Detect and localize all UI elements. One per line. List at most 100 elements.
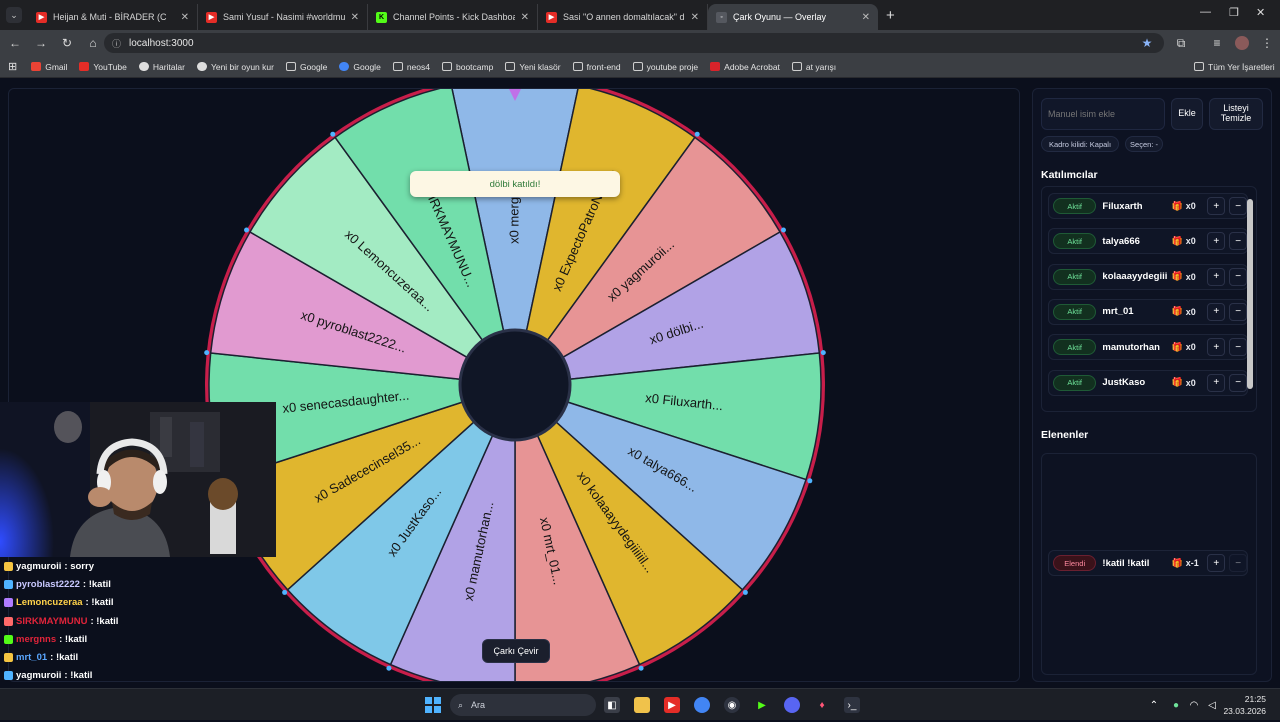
- url-input[interactable]: ⓘ localhost:3000: [104, 33, 1164, 53]
- increment-button[interactable]: +: [1207, 338, 1226, 357]
- tab-close-icon[interactable]: ✕: [181, 12, 189, 23]
- restore-icon[interactable]: ❐: [1229, 6, 1239, 19]
- bookmark[interactable]: Haritalar: [138, 62, 185, 72]
- home-icon[interactable]: ⌂: [80, 36, 106, 50]
- extensions-icon[interactable]: ⧉: [1168, 36, 1194, 51]
- all-bookmarks[interactable]: Tüm Yer İşaretleri: [1194, 62, 1275, 72]
- browser-tab-active[interactable]: ◦ Çark Oyunu — Overlay ✕: [708, 4, 878, 30]
- browser-tab[interactable]: ▶ Heijan & Muti - BİRADER (C ✕: [28, 4, 198, 30]
- increment-button[interactable]: +: [1207, 197, 1226, 215]
- bookmark[interactable]: Adobe Acrobat: [710, 62, 780, 72]
- bookmark[interactable]: Google: [285, 62, 327, 72]
- youtube-icon: ▶: [36, 11, 47, 23]
- bookmark[interactable]: at yarışı: [791, 62, 836, 72]
- back-icon[interactable]: ←: [2, 36, 28, 50]
- decrement-button[interactable]: −: [1229, 338, 1248, 357]
- increment-button[interactable]: +: [1207, 232, 1226, 251]
- new-tab-icon[interactable]: +: [886, 7, 895, 24]
- site-info-icon[interactable]: ⓘ: [112, 37, 121, 50]
- decrement-button[interactable]: −: [1229, 554, 1248, 572]
- add-button[interactable]: Ekle: [1171, 98, 1203, 130]
- wifi-icon[interactable]: ◠: [1186, 697, 1202, 713]
- bookmark[interactable]: youtube proje: [632, 62, 698, 72]
- participants-scrollbar[interactable]: [1246, 189, 1254, 411]
- reload-icon[interactable]: ↻: [54, 36, 80, 50]
- chat-line: yagmuroii: sorry: [0, 557, 276, 575]
- kick-icon[interactable]: ▶: [754, 697, 770, 713]
- discord-icon[interactable]: [784, 697, 800, 713]
- tab-search-icon[interactable]: ⌄: [6, 7, 22, 23]
- decrement-button[interactable]: −: [1229, 302, 1248, 321]
- search-icon: ⌕: [458, 699, 464, 710]
- taskbar-clock[interactable]: 21:25 23.03.2026: [1223, 693, 1266, 717]
- bookmark[interactable]: front-end: [572, 62, 621, 72]
- tab-close-icon[interactable]: ✕: [351, 12, 359, 23]
- wheel-tick: [282, 589, 288, 595]
- increment-button[interactable]: +: [1207, 554, 1226, 572]
- wheel-tick: [386, 665, 392, 671]
- status-badge: Aktif: [1053, 198, 1097, 214]
- chat-badge-icon: [4, 653, 13, 663]
- browser-tab[interactable]: K Channel Points - Kick Dashboar ✕: [368, 4, 538, 30]
- youtube-icon[interactable]: ▶: [664, 697, 680, 713]
- chat-message: : !katil: [85, 597, 114, 609]
- avatar[interactable]: [1235, 36, 1249, 50]
- bookmark[interactable]: bootcamp: [441, 62, 493, 72]
- media-icon[interactable]: ≡: [1204, 36, 1230, 50]
- wheel-tick: [807, 478, 813, 484]
- decrement-button[interactable]: −: [1229, 373, 1248, 392]
- spin-button[interactable]: Çarkı Çevir: [482, 639, 550, 663]
- obs-icon[interactable]: ◉: [724, 697, 740, 713]
- clear-list-button[interactable]: Listeyi Temizle: [1209, 98, 1263, 130]
- participant-name: talya666: [1102, 235, 1140, 247]
- task-view-icon[interactable]: ◧: [604, 697, 620, 713]
- scroll-thumb[interactable]: [1247, 199, 1253, 389]
- browser-tab[interactable]: ▶ Sasi "O annen domaltılacak" diy ✕: [538, 4, 708, 30]
- bookmark[interactable]: Gmail: [31, 62, 67, 72]
- eliminated-name: !katil !katil: [1102, 557, 1150, 569]
- bookmark[interactable]: neos4: [392, 62, 430, 72]
- tab-close-icon[interactable]: ✕: [691, 12, 699, 23]
- decrement-button[interactable]: −: [1229, 197, 1248, 215]
- tab-close-icon[interactable]: ✕: [862, 12, 870, 23]
- address-bar-row: ← → ↻ ⌂ ⓘ localhost:3000 ★ ⧉ ≡ ⋮: [0, 30, 1280, 56]
- chat-line: pyroblast2222: !katil: [0, 575, 276, 593]
- increment-button[interactable]: +: [1207, 373, 1226, 392]
- file-explorer-icon[interactable]: [634, 697, 650, 713]
- participants-list[interactable]: Aktif Filuxarth 🎁 x0 + − Aktif talya666 🎁 x0 + − Akt…: [1041, 186, 1257, 412]
- manual-name-input[interactable]: [1041, 98, 1165, 130]
- gift-icon: 🎁: [1171, 200, 1183, 211]
- tab-close-icon[interactable]: ✕: [521, 12, 529, 23]
- entry-count: x0: [1185, 201, 1196, 211]
- decrement-button[interactable]: −: [1229, 232, 1248, 251]
- bookmark[interactable]: Yeni bir oyun kur: [196, 62, 274, 72]
- microphone-icon[interactable]: ●: [1168, 697, 1184, 713]
- youtube-icon: ▶: [206, 11, 217, 23]
- entry-count: x0: [1185, 342, 1196, 353]
- minimize-icon[interactable]: —: [1200, 6, 1211, 18]
- browser-tab[interactable]: ▶ Sami Yusuf - Nasimi #worldmu ✕: [198, 4, 368, 30]
- bookmark[interactable]: Google: [339, 62, 381, 72]
- increment-button[interactable]: +: [1207, 302, 1226, 321]
- taskbar-search[interactable]: ⌕ Ara: [450, 694, 596, 716]
- eliminated-list: Elendi !katil !katil 🎁 x-1 + −: [1041, 453, 1257, 675]
- menu-icon[interactable]: ⋮: [1254, 36, 1280, 50]
- kick-icon: K: [376, 11, 387, 23]
- increment-button[interactable]: +: [1207, 267, 1226, 286]
- windows-start-icon[interactable]: [425, 697, 441, 713]
- terminal-icon[interactable]: ›_: [844, 697, 860, 713]
- google-icon: [339, 62, 350, 71]
- bookmark-star-icon[interactable]: ★: [1134, 36, 1160, 50]
- app-icon[interactable]: ♦: [814, 697, 830, 713]
- forward-icon[interactable]: →: [28, 36, 54, 50]
- volume-icon[interactable]: ◁: [1204, 697, 1220, 713]
- bookmark[interactable]: Yeni klasör: [505, 62, 561, 72]
- folder-icon: [505, 62, 516, 71]
- decrement-button[interactable]: −: [1229, 267, 1248, 286]
- window-close-icon[interactable]: ✕: [1256, 6, 1265, 19]
- bookmark[interactable]: YouTube: [79, 62, 127, 72]
- chrome-icon[interactable]: [694, 697, 710, 713]
- roster-lock-pill[interactable]: Kadro kilidi: Kapalı: [1041, 136, 1119, 152]
- tray-chevron-icon[interactable]: ⌃: [1146, 697, 1162, 713]
- apps-icon[interactable]: ⊞: [8, 60, 17, 73]
